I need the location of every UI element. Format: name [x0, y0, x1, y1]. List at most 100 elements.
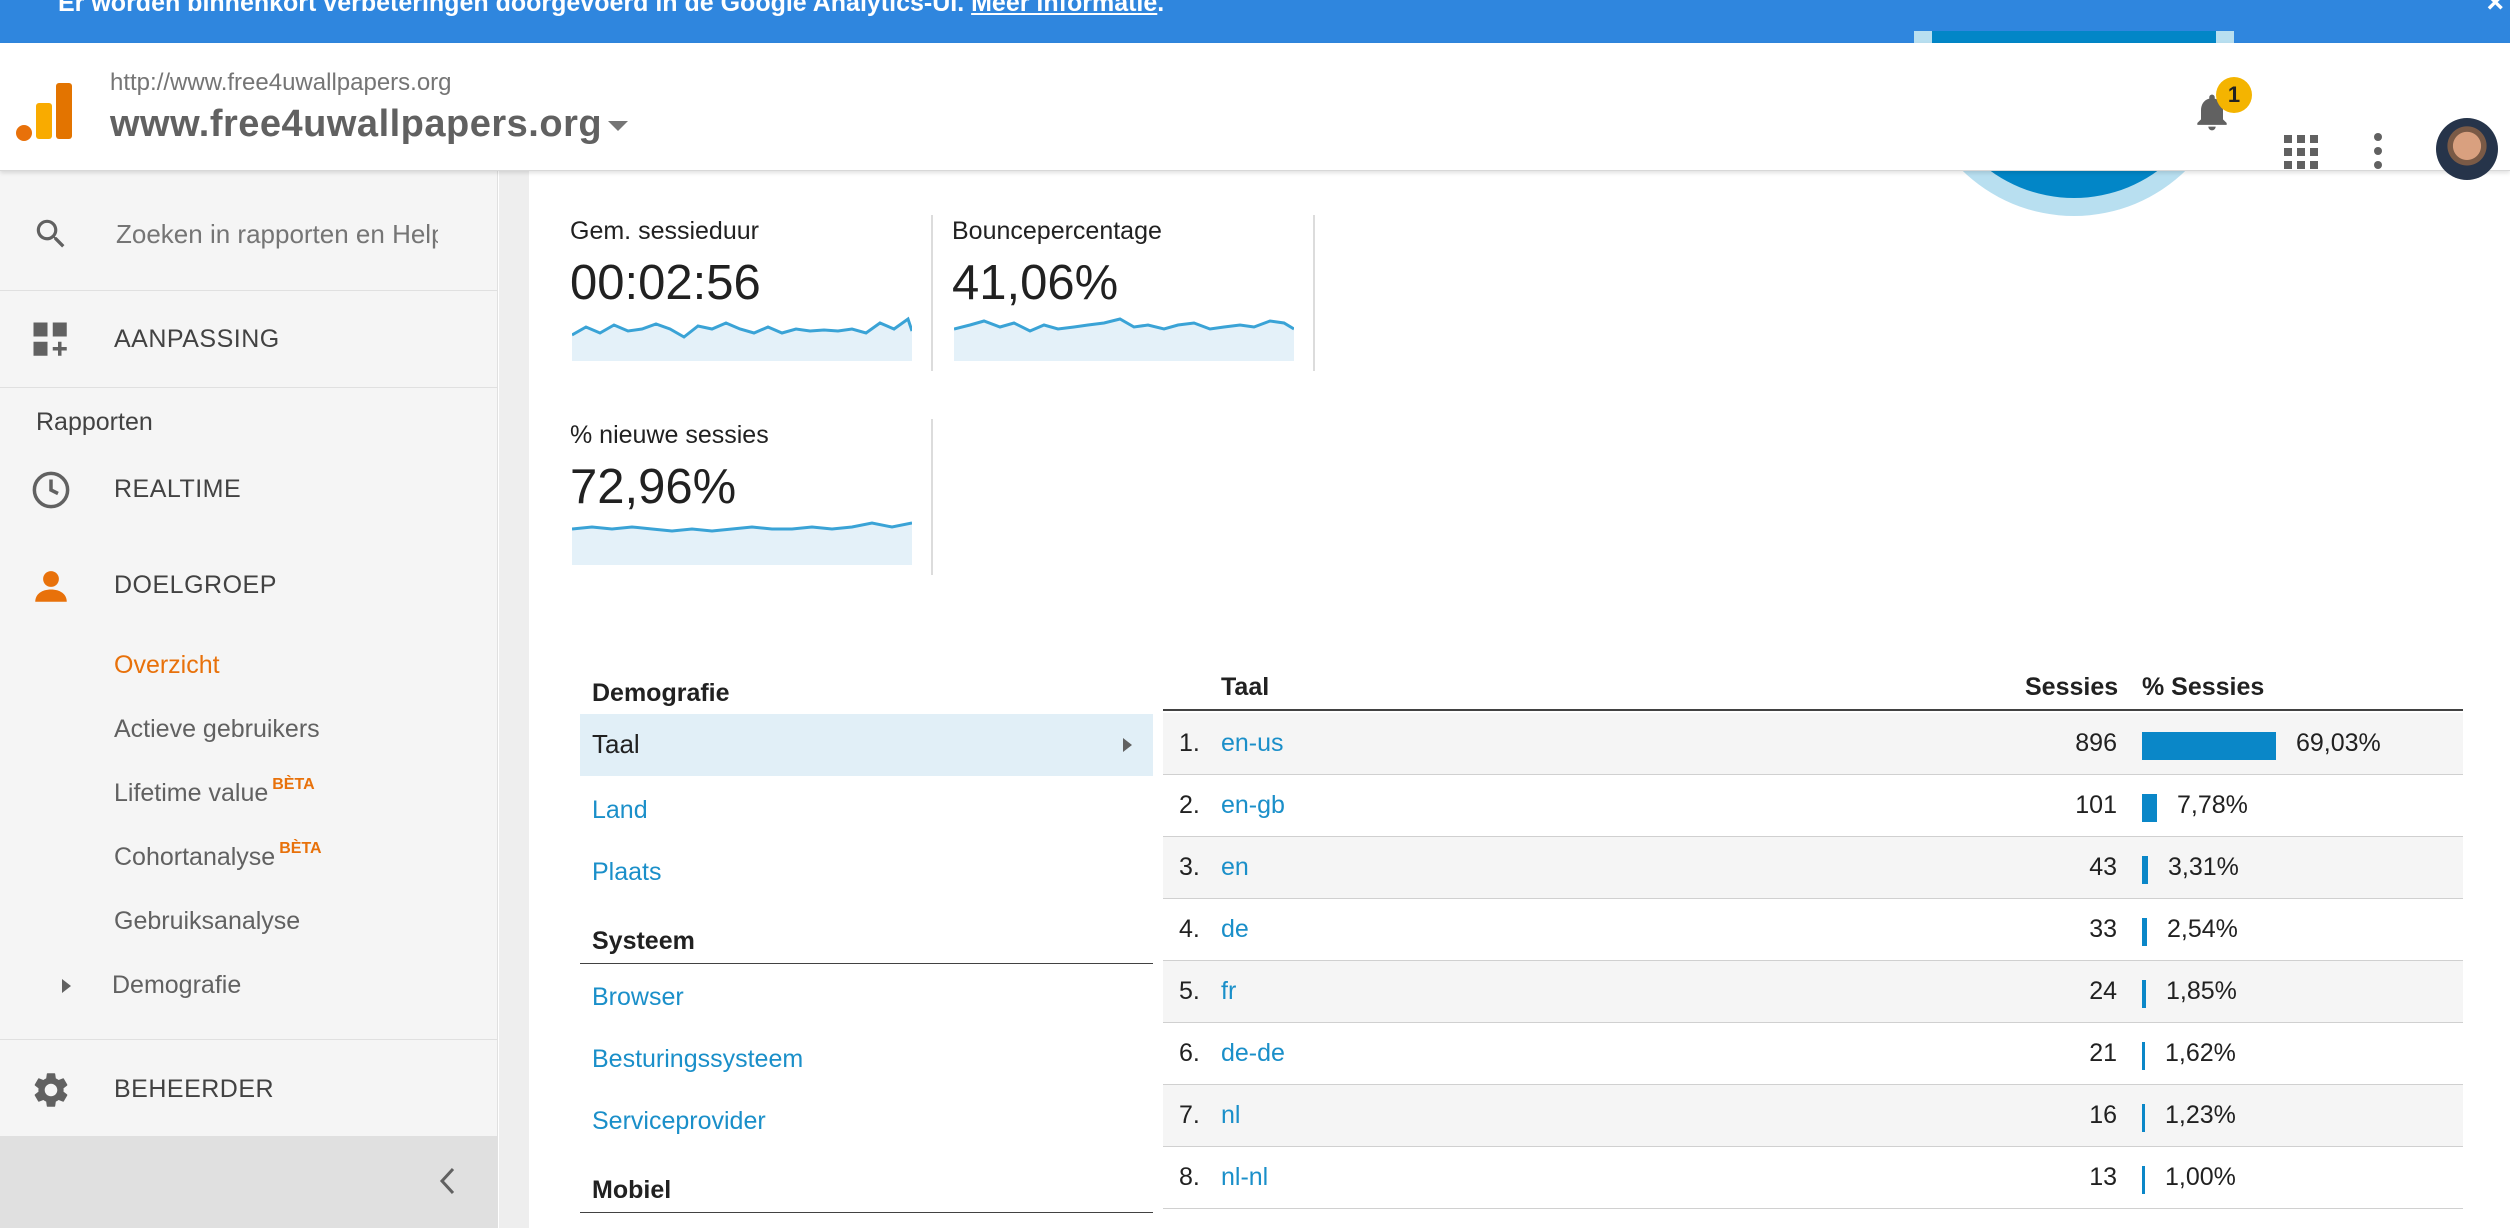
table-row[interactable]: 8. nl-nl 13 1,00%: [1163, 1147, 2463, 1209]
sessions-value: 16: [2089, 1101, 2117, 1129]
person-icon: [35, 571, 67, 602]
banner-period: .: [1157, 0, 1165, 17]
mobile-header: Mobiel: [592, 1176, 672, 1204]
metric-divider: [931, 215, 933, 371]
sessions-share-bar: [2142, 1166, 2145, 1194]
sessions-value: 33: [2089, 915, 2117, 943]
dimension-item-browser[interactable]: Browser: [592, 983, 684, 1012]
metric-bounce-rate[interactable]: Bouncepercentage 41,06%: [952, 215, 1332, 371]
pct-sessions-value: 2,54%: [2167, 915, 2238, 943]
sessions-share-bar: [2142, 980, 2146, 1008]
language-link[interactable]: en-us: [1221, 729, 1284, 758]
sidebar-item-admin[interactable]: BEHEERDER: [0, 1053, 498, 1125]
avatar[interactable]: [2436, 118, 2498, 180]
sparkline: [572, 316, 912, 361]
sidebar-divider: [0, 387, 498, 388]
sidebar-item-label: BEHEERDER: [114, 1075, 275, 1103]
dimension-item-city[interactable]: Plaats: [592, 858, 661, 887]
expand-arrow-icon[interactable]: [62, 979, 71, 993]
gear-icon: [34, 1073, 68, 1107]
table-row[interactable]: 6. de-de 21 1,62%: [1163, 1023, 2463, 1085]
notification-count-badge: 1: [2216, 77, 2252, 113]
pct-sessions-value: 1,62%: [2165, 1039, 2236, 1067]
row-index: 4.: [1179, 915, 1200, 943]
property-selector[interactable]: www.free4uwallpapers.org: [110, 103, 602, 146]
table-row[interactable]: 5. fr 24 1,85%: [1163, 961, 2463, 1023]
pct-sessions-value: 1,00%: [2165, 1163, 2236, 1191]
column-header-sessions[interactable]: Sessies: [2025, 673, 2118, 702]
language-link[interactable]: de: [1221, 915, 1249, 944]
apps-grid-icon[interactable]: [2284, 135, 2318, 169]
table-row[interactable]: 1. en-us 896 69,03%: [1163, 713, 2463, 775]
language-link[interactable]: nl-nl: [1221, 1163, 1268, 1192]
analytics-logo-icon[interactable]: [16, 83, 72, 141]
demographics-header: Demografie: [592, 679, 730, 707]
sessions-share-bar: [2142, 918, 2147, 946]
pct-sessions-value: 1,85%: [2166, 977, 2237, 1005]
search-icon: [36, 219, 65, 248]
table-row[interactable]: 7. nl 16 1,23%: [1163, 1085, 2463, 1147]
metric-avg-session-duration[interactable]: Gem. sessieduur 00:02:56: [570, 215, 950, 371]
language-link[interactable]: fr: [1221, 977, 1236, 1006]
sessions-value: 101: [2075, 791, 2117, 819]
row-index: 3.: [1179, 853, 1200, 881]
sidebar-item-usage-analysis[interactable]: Gebruiksanalyse: [114, 907, 300, 936]
banner-more-info-link[interactable]: Meer informatie: [971, 0, 1157, 17]
sessions-share-bar: [2142, 794, 2157, 822]
sessions-value: 24: [2089, 977, 2117, 1005]
sessions-value: 43: [2089, 853, 2117, 881]
sessions-value: 13: [2089, 1163, 2117, 1191]
table-row[interactable]: 4. de 33 2,54%: [1163, 899, 2463, 961]
report-card: Gem. sessieduur 00:02:56 Bouncepercentag…: [529, 31, 2510, 1228]
sidebar-item-audience[interactable]: DOELGROEP: [0, 549, 498, 621]
more-vert-icon[interactable]: [2372, 133, 2386, 169]
search-input[interactable]: [116, 211, 438, 257]
table-row[interactable]: 2. en-gb 101 7,78%: [1163, 775, 2463, 837]
sidebar-item-realtime[interactable]: REALTIME: [0, 453, 498, 525]
sidebar-item-demographics[interactable]: Demografie: [112, 971, 241, 1000]
sidebar-item-label: Lifetime value: [114, 779, 269, 807]
sidebar: AANPASSING Rapporten REALTIME DOELGROEP …: [0, 171, 498, 1228]
language-link[interactable]: de-de: [1221, 1039, 1285, 1068]
sidebar-item-overview[interactable]: Overzicht: [114, 651, 220, 680]
dimension-item-label: Taal: [592, 729, 640, 759]
sidebar-item-lifetime-value[interactable]: Lifetime value BÈTA: [114, 776, 315, 808]
chevron-down-icon[interactable]: [608, 121, 628, 131]
sidebar-item-customization[interactable]: AANPASSING: [0, 303, 498, 375]
pct-sessions-value: 7,78%: [2177, 791, 2248, 819]
sidebar-item-cohort-analysis[interactable]: Cohortanalyse BÈTA: [114, 840, 322, 872]
dimension-item-language[interactable]: Taal: [580, 714, 1153, 776]
row-index: 1.: [1179, 729, 1200, 757]
row-index: 7.: [1179, 1101, 1200, 1129]
sparkline: [954, 317, 1294, 361]
reports-section-label: Rapporten: [36, 408, 153, 436]
table-row[interactable]: 3. en 43 3,31%: [1163, 837, 2463, 899]
sparkline: [572, 521, 912, 565]
table-header: Taal Sessies % Sessies: [1163, 673, 2463, 711]
metric-label: % nieuwe sessies: [570, 421, 769, 449]
sidebar-search: [0, 171, 498, 291]
property-url: http://www.free4uwallpapers.org: [110, 69, 452, 96]
metric-new-sessions[interactable]: % nieuwe sessies 72,96%: [570, 419, 950, 575]
dimension-item-os[interactable]: Besturingssysteem: [592, 1045, 803, 1074]
chevron-left-icon[interactable]: [436, 1166, 458, 1196]
sessions-share-bar: [2142, 1104, 2145, 1132]
banner-close-icon[interactable]: ×: [2486, 0, 2504, 20]
row-index: 8.: [1179, 1163, 1200, 1191]
column-header-language: Taal: [1221, 673, 1270, 701]
clock-icon: [32, 471, 70, 509]
sidebar-item-active-users[interactable]: Actieve gebruikers: [114, 715, 320, 744]
dimension-item-service-provider[interactable]: Serviceprovider: [592, 1107, 766, 1136]
sidebar-collapse-bar[interactable]: [0, 1136, 498, 1228]
sessions-share-bar: [2142, 1042, 2145, 1070]
column-header-pct-sessions[interactable]: % Sessies: [2142, 673, 2264, 702]
sessions-share-bar: [2142, 856, 2148, 884]
sidebar-item-label: REALTIME: [114, 475, 242, 503]
language-link[interactable]: en: [1221, 853, 1249, 882]
dimension-item-country[interactable]: Land: [592, 796, 648, 825]
language-link[interactable]: nl: [1221, 1101, 1240, 1130]
banner-text-wrap: Er worden binnenkort verbeteringen doorg…: [58, 0, 1164, 18]
language-link[interactable]: en-gb: [1221, 791, 1285, 820]
sidebar-divider: [0, 1039, 498, 1040]
app-header: http://www.free4uwallpapers.org www.free…: [0, 43, 2510, 180]
